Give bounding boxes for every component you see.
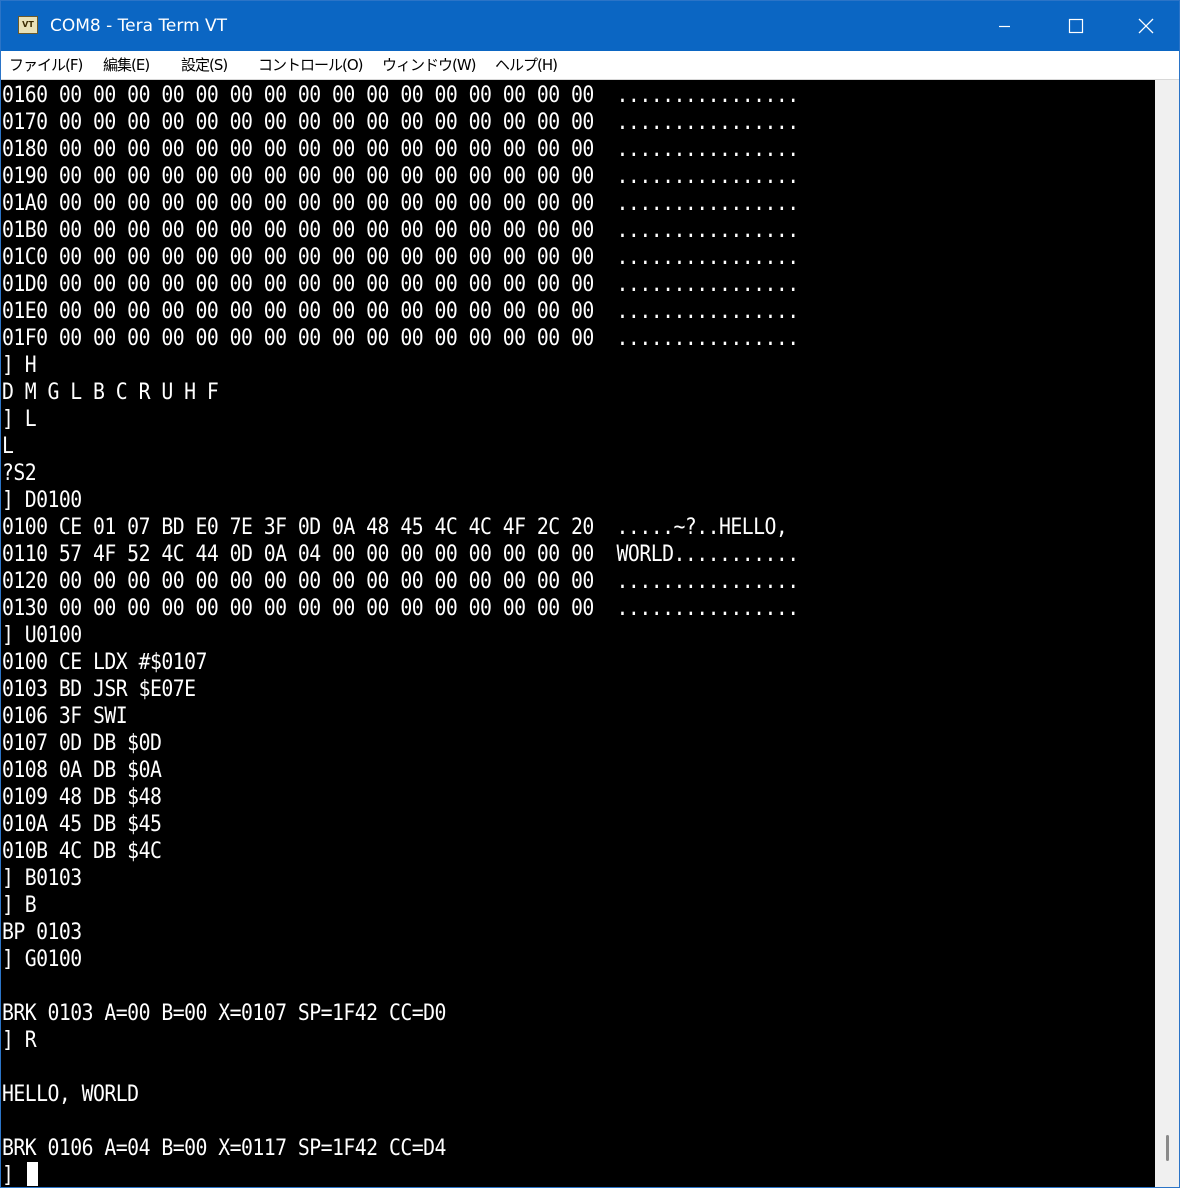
terminal-line: BP 0103 <box>2 920 82 945</box>
terminal-line: ] L <box>2 407 37 432</box>
menu-help[interactable]: ヘルプ(H) <box>495 54 558 76</box>
terminal-line: HELLO, WORLD <box>2 1082 139 1107</box>
terminal-line: 0180 00 00 00 00 00 00 00 00 00 00 00 00… <box>2 137 799 162</box>
menu-bar: ファイル(F) 編集(E) 設定(S) コントロール(O) ウィンドウ(W) ヘ… <box>1 51 1179 80</box>
title-bar[interactable]: VT COM8 - Tera Term VT <box>1 1 1179 51</box>
terminal-line: 0107 0D DB $0D <box>2 731 162 756</box>
terminal-line: 0110 57 4F 52 4C 44 0D 0A 04 00 00 00 00… <box>2 542 799 567</box>
terminal-line: ] B <box>2 893 37 918</box>
terminal-line: 01B0 00 00 00 00 00 00 00 00 00 00 00 00… <box>2 218 799 243</box>
terminal-line: 01E0 00 00 00 00 00 00 00 00 00 00 00 00… <box>2 299 799 324</box>
terminal-line: 0103 BD JSR $E07E <box>2 677 196 702</box>
terminal-line: D M G L B C R U H F <box>2 380 219 405</box>
scrollbar-thumb[interactable] <box>1166 1135 1169 1161</box>
terminal-line: 010B 4C DB $4C <box>2 839 162 864</box>
maximize-icon <box>1068 18 1084 34</box>
terminal-line: 01D0 00 00 00 00 00 00 00 00 00 00 00 00… <box>2 272 799 297</box>
teraterm-window: VT COM8 - Tera Term VT ファイル(F) 編集(E) 設定(… <box>0 0 1180 1188</box>
terminal-line: 0106 3F SWI <box>2 704 128 729</box>
terminal-line: 01F0 00 00 00 00 00 00 00 00 00 00 00 00… <box>2 326 799 351</box>
text-cursor <box>27 1162 38 1186</box>
minimize-button[interactable] <box>969 1 1039 51</box>
terminal-lines: 0160 00 00 00 00 00 00 00 00 00 00 00 00… <box>2 82 887 1188</box>
terminal-line: 010A 45 DB $45 <box>2 812 162 837</box>
terminal-line: ] H <box>2 353 37 378</box>
terminal-line: BRK 0106 A=04 B=00 X=0117 SP=1F42 CC=D4 <box>2 1136 446 1161</box>
teraterm-app-icon[interactable]: VT <box>18 16 38 34</box>
menu-edit[interactable]: 編集(E) <box>103 54 150 76</box>
menu-setup[interactable]: 設定(S) <box>181 54 228 76</box>
terminal-line: BRK 0103 A=00 B=00 X=0107 SP=1F42 CC=D0 <box>2 1001 446 1026</box>
terminal-line: 01A0 00 00 00 00 00 00 00 00 00 00 00 00… <box>2 191 799 216</box>
menu-file[interactable]: ファイル(F) <box>9 54 83 76</box>
terminal-line: 0170 00 00 00 00 00 00 00 00 00 00 00 00… <box>2 110 799 135</box>
terminal-line: ] B0103 <box>2 866 82 891</box>
minimize-icon <box>999 25 1010 28</box>
terminal-line: 0109 48 DB $48 <box>2 785 162 810</box>
terminal-line: 0100 CE LDX #$0107 <box>2 650 207 675</box>
terminal-line: 0190 00 00 00 00 00 00 00 00 00 00 00 00… <box>2 164 799 189</box>
terminal-line: 01C0 00 00 00 00 00 00 00 00 00 00 00 00… <box>2 245 799 270</box>
terminal-line: 0160 00 00 00 00 00 00 00 00 00 00 00 00… <box>2 83 799 108</box>
close-icon <box>1138 18 1154 34</box>
terminal-line: 0130 00 00 00 00 00 00 00 00 00 00 00 00… <box>2 596 799 621</box>
vertical-scrollbar[interactable] <box>1155 80 1179 1187</box>
terminal-line: ?S2 <box>2 461 37 486</box>
terminal-line: ] <box>2 1163 14 1188</box>
window-title: COM8 - Tera Term VT <box>50 16 228 36</box>
terminal-line: L <box>2 434 14 459</box>
close-button[interactable] <box>1109 1 1179 51</box>
terminal-line: ] G0100 <box>2 947 82 972</box>
maximize-button[interactable] <box>1039 1 1109 51</box>
menu-window[interactable]: ウィンドウ(W) <box>382 54 477 76</box>
terminal-line: 0108 0A DB $0A <box>2 758 162 783</box>
terminal-line: ] R <box>2 1028 37 1053</box>
menu-control[interactable]: コントロール(O) <box>258 54 364 76</box>
terminal-screen[interactable]: 0160 00 00 00 00 00 00 00 00 00 00 00 00… <box>1 80 1155 1188</box>
terminal-line: ] D0100 <box>2 488 82 513</box>
terminal-line: 0120 00 00 00 00 00 00 00 00 00 00 00 00… <box>2 569 799 594</box>
terminal-line: ] U0100 <box>2 623 82 648</box>
terminal-line: 0100 CE 01 07 BD E0 7E 3F 0D 0A 48 45 4C… <box>2 515 788 540</box>
